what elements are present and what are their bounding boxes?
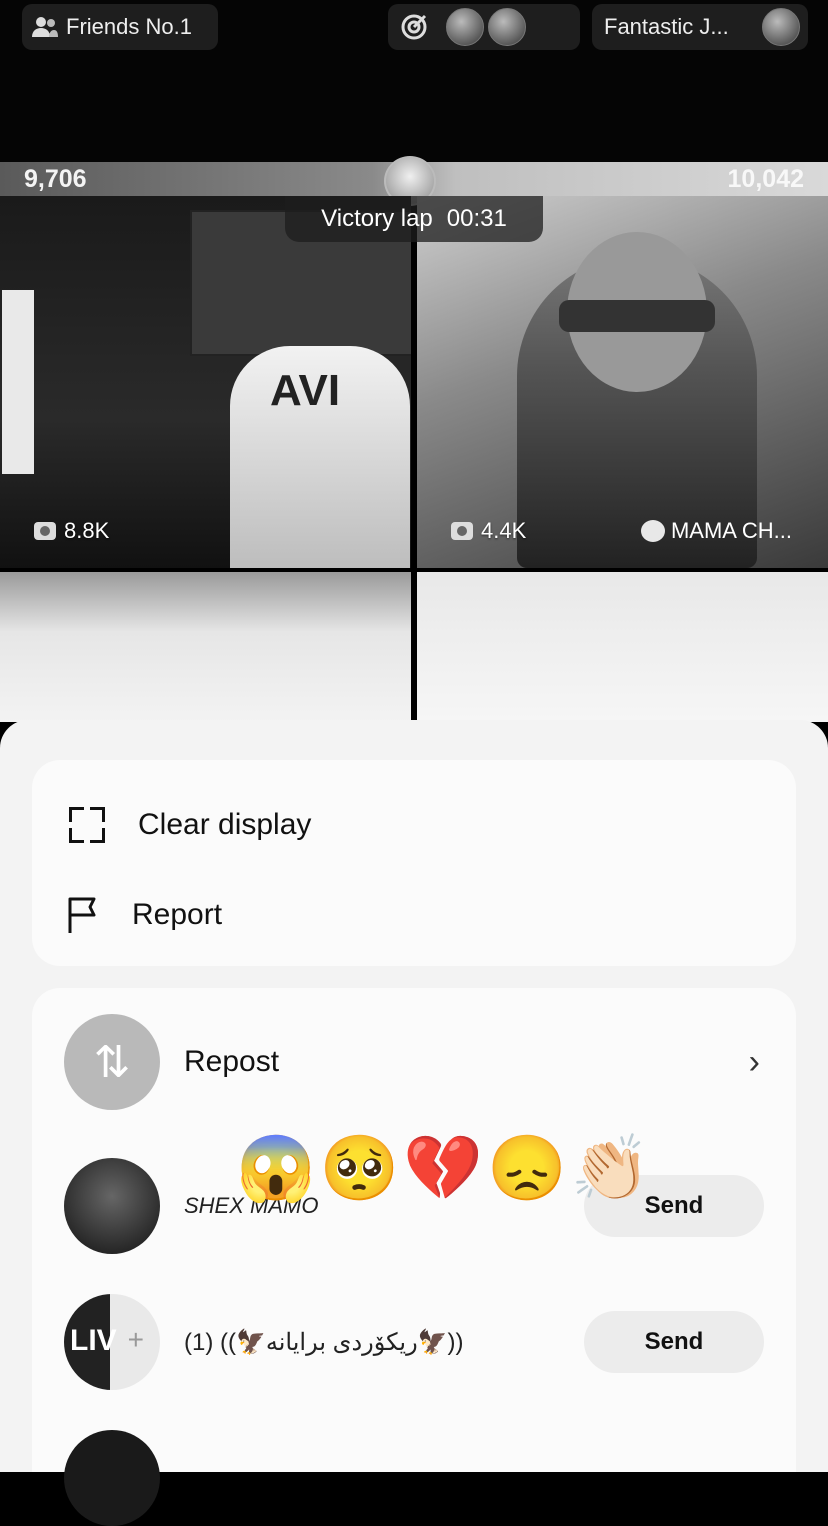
tower-fan [2,290,34,474]
viewer-count-label: 4.4K [481,518,527,543]
actions-card: Clear display Report [32,760,796,966]
top-bar: Friends No.1 Fantastic J... [0,0,828,162]
host-label: Fantastic J... [604,14,729,39]
share-card: ⇅ Repost › SHEX MAMO Send LIV + (1) ((🦅ر… [32,988,796,1472]
viewer-count-label: 8.8K [64,518,110,543]
victory-banner: Victory lap 00:31 [285,196,543,242]
camera-icon [34,522,56,540]
opponent-avatars [446,8,526,46]
video-tile-1[interactable]: AVI 8.8K [0,196,411,568]
send-button[interactable]: Send [584,1311,764,1373]
repost-row[interactable]: ⇅ Repost › [32,1014,796,1110]
flag-icon [68,897,96,933]
streamer-name: MAMA CH... [670,518,792,543]
score-right: 10,042 [727,164,804,193]
victory-timer: 00:31 [446,205,507,232]
viewer-count: 8.8K [34,518,109,544]
avatar-live-text: LIV [70,1324,117,1357]
avatar[interactable] [446,8,484,46]
avatar[interactable]: LIV + [64,1294,160,1390]
paw-icon [640,520,665,542]
video-tile-2[interactable]: 4.4K MAMA CH... [417,196,828,568]
report-label: Report [132,898,223,931]
video-tile-4[interactable] [417,572,828,722]
fullscreen-icon [64,802,110,848]
friends-label: Friends No.1 [66,14,192,39]
host-pill[interactable]: Fantastic J... [592,4,808,50]
avatar[interactable] [64,1430,160,1526]
score-left: 9,706 [24,164,87,193]
plus-icon: + [127,1324,144,1355]
target-icon [401,14,427,40]
viewer-count: 4.4K [451,518,526,544]
clear-display-label: Clear display [138,808,312,841]
victory-label: Victory lap [321,205,433,232]
user-name: (1) ((🦅ریکۆردی برایانه🦅)) [184,1328,464,1356]
video-tile-3[interactable] [0,572,411,722]
chair-logo: AVI [270,366,341,415]
repost-icon: ⇅ [64,1014,160,1110]
streamer-glasses [559,300,715,332]
emoji-reactions: 😱🥺💔😞👏🏻 [236,1132,655,1204]
avatar[interactable] [488,8,526,46]
battle-pill[interactable] [388,4,580,50]
report-row[interactable]: Report [32,880,796,950]
avatar[interactable] [64,1158,160,1254]
chevron-right-icon: › [748,1042,760,1081]
options-sheet: Clear display Report ⇅ Repost › SHEX MAM… [0,720,828,1472]
camera-icon [451,522,473,540]
repost-label: Repost [184,1045,280,1078]
share-user-row[interactable]: LIV + (1) ((🦅ریکۆردی برایانه🦅)) Send [32,1294,796,1390]
friends-pill[interactable]: Friends No.1 [22,4,218,50]
clear-display-row[interactable]: Clear display [32,790,796,860]
streamer-name-tag[interactable]: MAMA CH... [640,518,792,544]
host-avatar[interactable] [762,8,800,46]
people-icon [32,17,58,37]
